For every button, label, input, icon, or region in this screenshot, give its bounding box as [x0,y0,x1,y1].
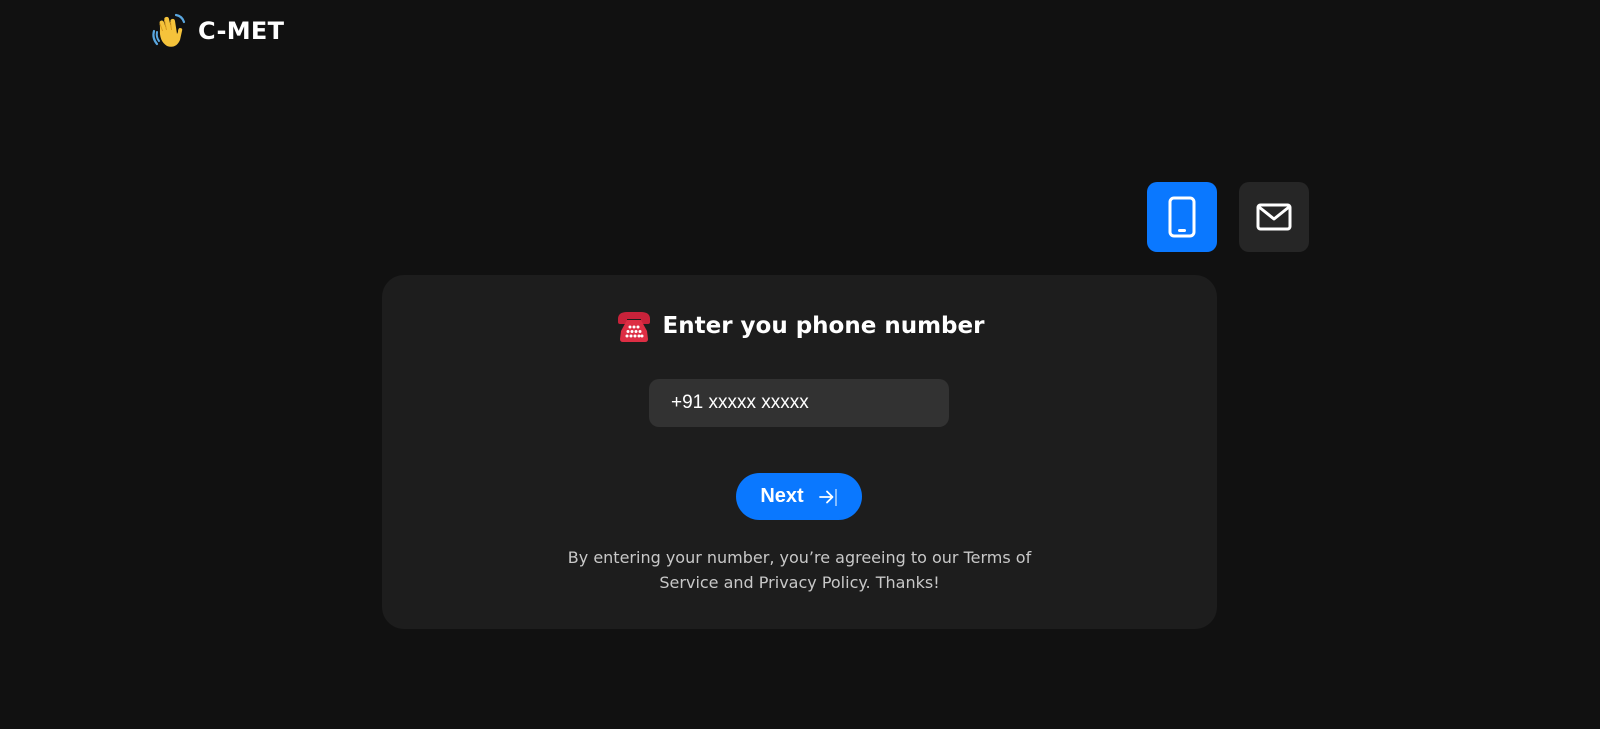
phone-login-card: Enter you phone number Next By entering … [382,275,1217,629]
disclaimer-line-1: By entering your number, you’re agreeing… [567,548,1032,567]
terms-disclaimer: By entering your number, you’re agreeing… [382,545,1217,595]
phone-number-input[interactable] [649,379,949,427]
mail-icon [1256,203,1292,231]
card-title: Enter you phone number [662,313,985,339]
email-mode-button[interactable] [1239,182,1309,252]
login-page: C-MET Enter you phone number +91 xxxxx x… [0,0,1600,729]
phone-mode-button[interactable] [1147,182,1217,252]
disclaimer-line-2: Service and Privacy Policy. Thanks! [659,573,940,592]
next-button[interactable]: Next [736,473,862,520]
brand-name: C-MET [198,17,285,45]
telephone-icon [617,312,650,342]
waving-hand-icon [152,13,186,47]
card-heading: Enter you phone number [382,307,1217,345]
arrow-right-icon [818,487,838,507]
brand-logo[interactable]: C-MET [148,12,284,50]
next-button-label: Next [760,485,804,507]
smartphone-icon [1168,196,1196,238]
